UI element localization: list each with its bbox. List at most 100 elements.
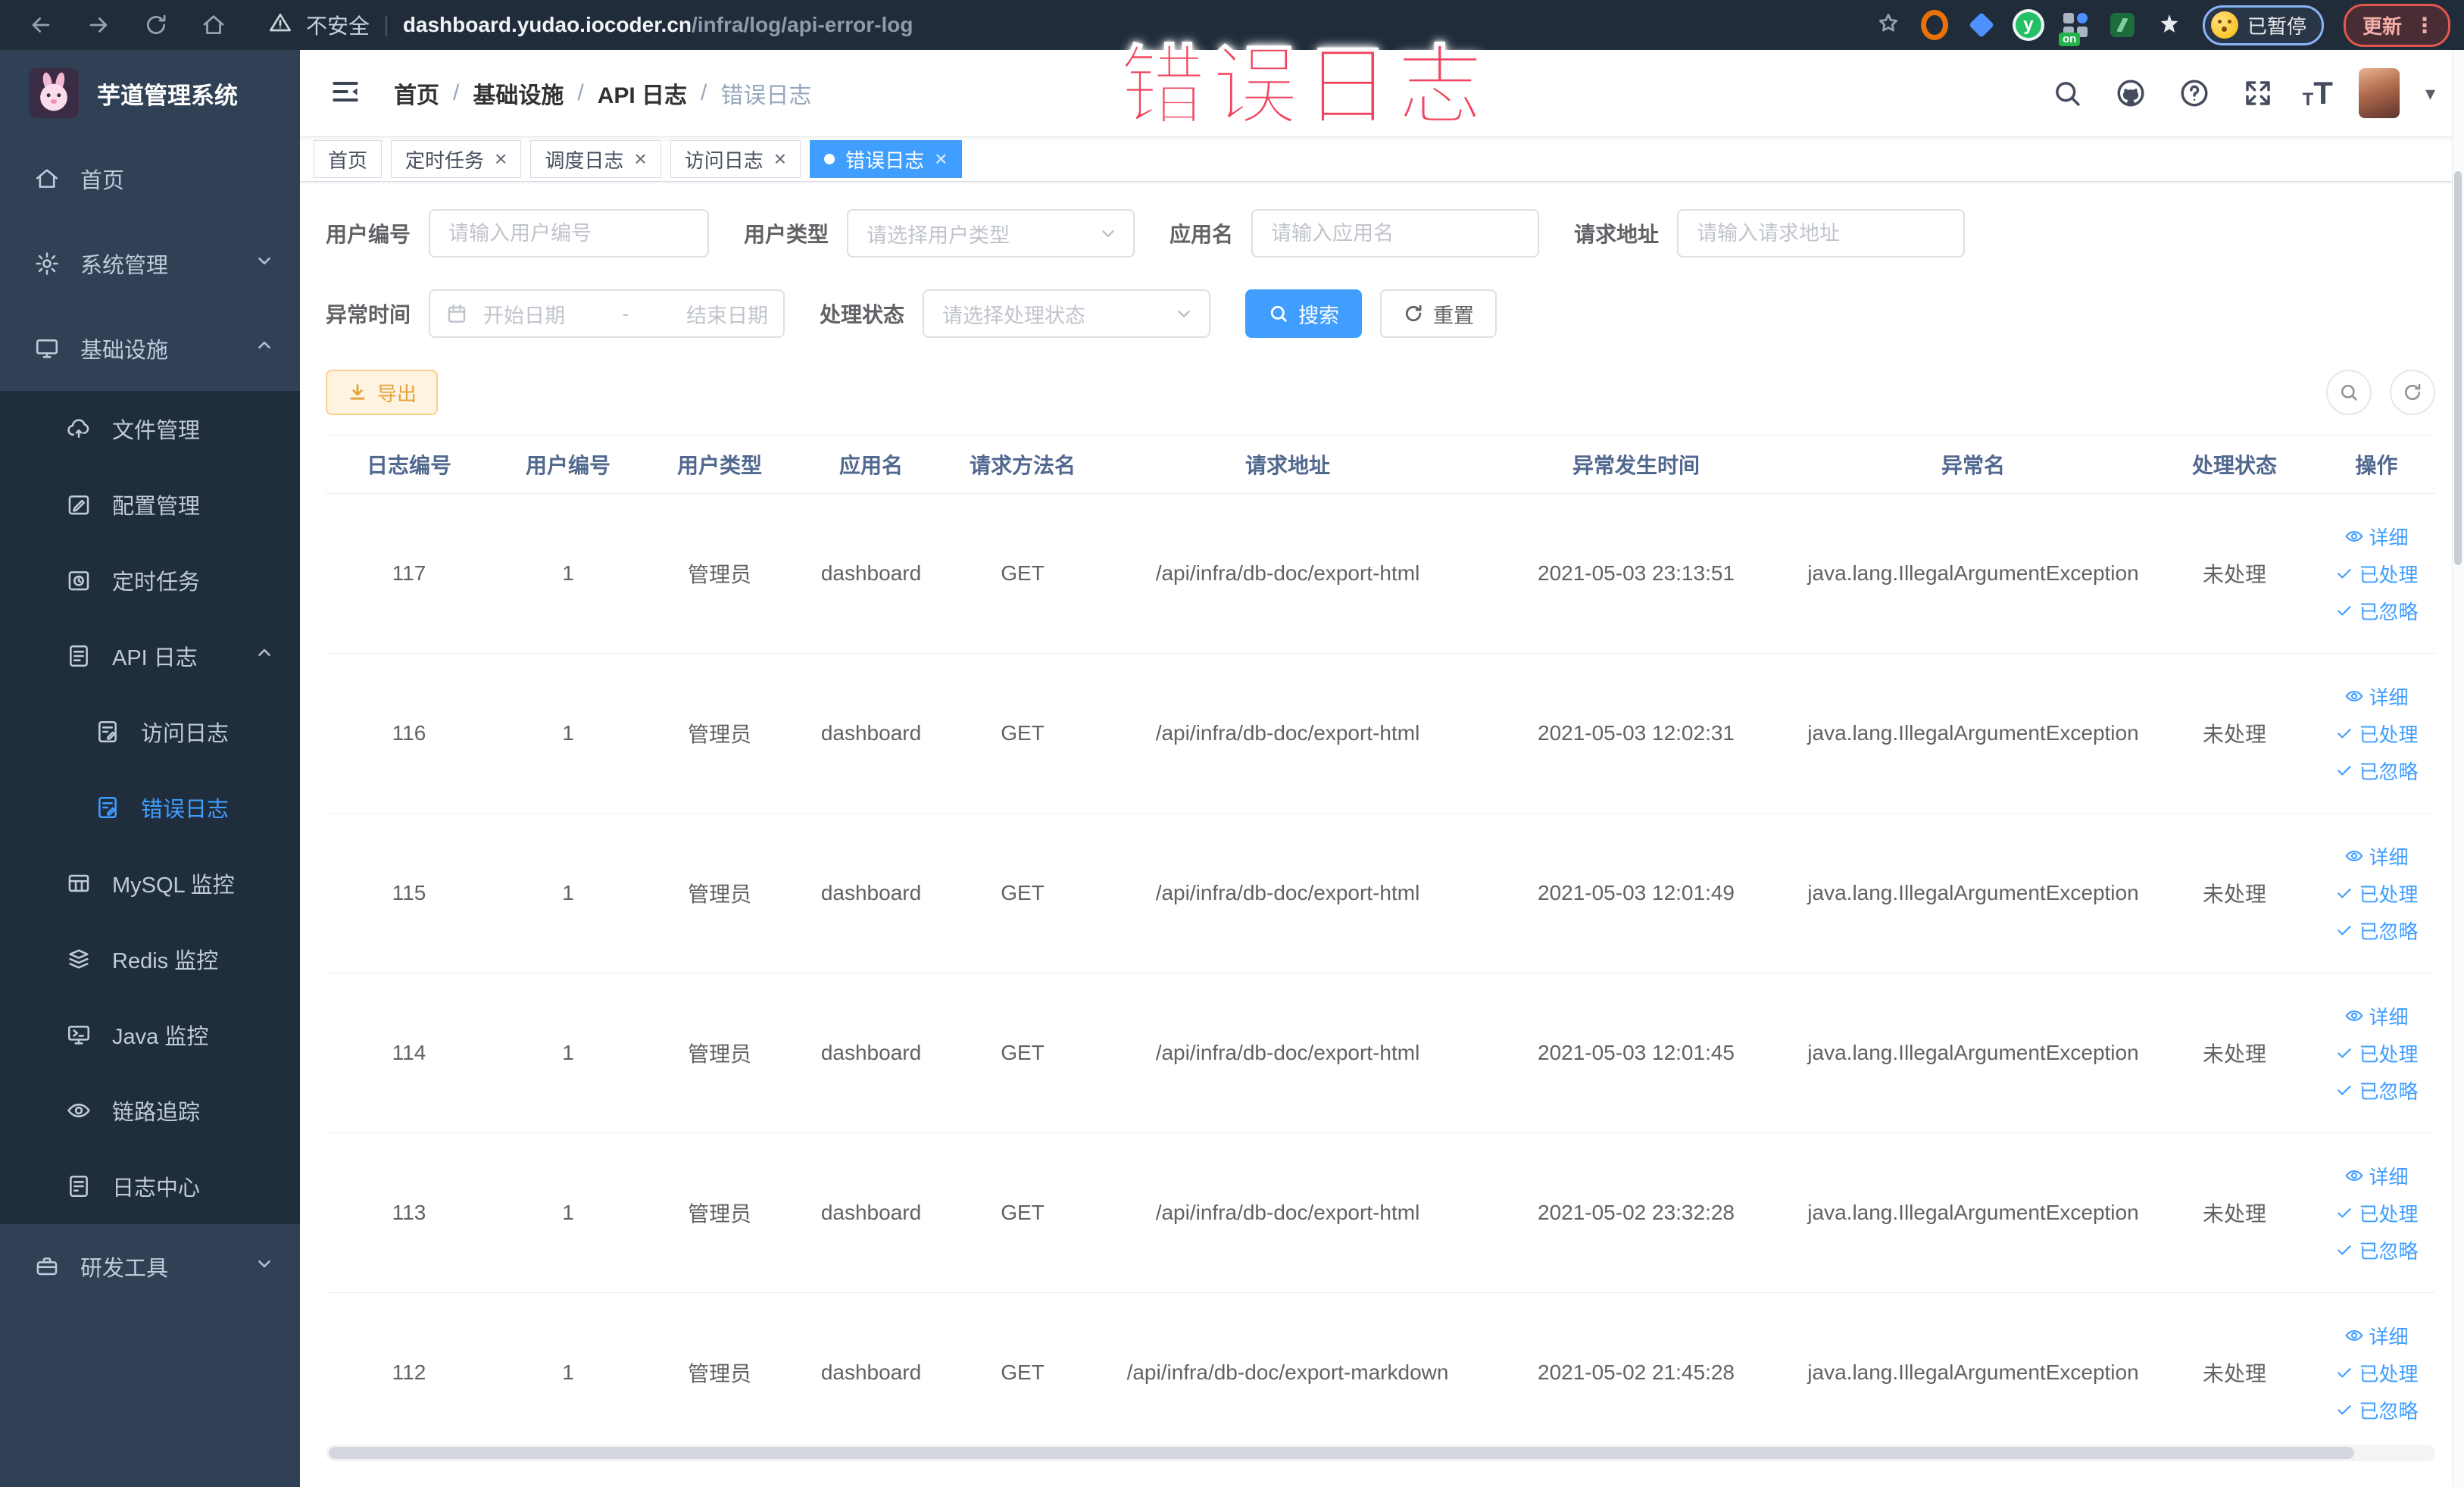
edit-icon (65, 491, 92, 518)
security-warning-icon[interactable] (268, 11, 292, 40)
action-label: 已处理 (2359, 1042, 2419, 1066)
tab-cron-job[interactable]: 定时任务 × (391, 140, 522, 178)
sidebar-fold-icon[interactable] (329, 75, 362, 112)
scrollbar-thumb[interactable] (2454, 171, 2462, 565)
bookmark-star-icon[interactable] (1875, 11, 1901, 40)
vertical-scrollbar[interactable] (2452, 50, 2464, 1487)
action-detail[interactable]: 详细 (2344, 1162, 2409, 1190)
back-icon[interactable] (20, 4, 62, 46)
extension-green-icon[interactable]: y (2015, 11, 2042, 39)
action-ignored[interactable]: 已忽略 (2334, 1236, 2419, 1264)
help-icon[interactable] (2175, 74, 2213, 112)
action-processed[interactable]: 已处理 (2334, 560, 2419, 588)
sidebar-item-system-mgmt[interactable]: 系统管理 (0, 221, 300, 306)
sidebar-item-tracing[interactable]: 链路追踪 (0, 1073, 300, 1148)
reload-icon[interactable] (135, 4, 177, 46)
eye-icon (2344, 1166, 2364, 1186)
toggle-search-button[interactable] (2326, 370, 2372, 415)
action-processed[interactable]: 已处理 (2334, 720, 2419, 748)
sidebar-item-error-log[interactable]: 错误日志 (0, 770, 300, 845)
request-url-input[interactable] (1677, 209, 1966, 258)
sidebar-item-home[interactable]: 首页 (0, 136, 300, 221)
action-ignored[interactable]: 已忽略 (2334, 757, 2419, 785)
breadcrumb-infrastructure[interactable]: 基础设施 (473, 77, 564, 110)
close-icon[interactable]: × (634, 148, 646, 170)
reset-button[interactable]: 重置 (1380, 289, 1497, 338)
address-bar[interactable]: 不安全 | dashboard.yudao.iocoder.cn/infra/l… (268, 10, 913, 40)
sidebar-item-access-log[interactable]: 访问日志 (0, 694, 300, 770)
extension-paw-icon[interactable] (2156, 11, 2183, 39)
export-button[interactable]: 导出 (326, 370, 439, 415)
action-detail[interactable]: 详细 (2344, 1322, 2409, 1350)
close-icon[interactable]: × (935, 148, 947, 170)
column-header: 异常名 (1941, 454, 2005, 477)
action-processed[interactable]: 已处理 (2334, 1039, 2419, 1067)
action-processed[interactable]: 已处理 (2334, 879, 2419, 908)
tab-error-log[interactable]: 错误日志 × (810, 140, 962, 178)
extension-orange-icon[interactable] (1920, 10, 1948, 40)
action-ignored[interactable]: 已忽略 (2334, 1396, 2419, 1424)
search-button[interactable]: 搜索 (1245, 289, 1363, 338)
user-avatar[interactable] (2358, 68, 2400, 118)
horizontal-scrollbar[interactable] (326, 1445, 2435, 1461)
action-ignored[interactable]: 已忽略 (2334, 917, 2419, 945)
action-ignored[interactable]: 已忽略 (2334, 1076, 2419, 1104)
process-status-select[interactable]: 请选择处理状态 (923, 289, 1211, 338)
action-label: 已处理 (2359, 1202, 2419, 1226)
user-id-input[interactable] (429, 209, 710, 258)
tab-home[interactable]: 首页 (314, 140, 383, 178)
column-header: 异常发生时间 (1572, 454, 1700, 477)
user-type-select[interactable]: 请选择用户类型 (847, 209, 1135, 258)
content: 用户编号 用户类型 请选择用户类型 应用名 请求地址 (300, 182, 2464, 1487)
sidebar-item-file-mgmt[interactable]: 文件管理 (0, 391, 300, 467)
sidebar-item-label: 系统管理 (80, 254, 169, 278)
forward-icon[interactable] (77, 4, 120, 46)
sidebar-item-cron-job[interactable]: 定时任务 (0, 542, 300, 618)
sidebar-item-log-center[interactable]: 日志中心 (0, 1148, 300, 1224)
cell-time: 2021-05-02 23:32:28 (1538, 1201, 1735, 1224)
scrollbar-thumb[interactable] (329, 1447, 2354, 1459)
action-processed[interactable]: 已处理 (2334, 1359, 2419, 1387)
action-detail[interactable]: 详细 (2344, 1002, 2409, 1030)
close-icon[interactable]: × (495, 148, 507, 170)
refresh-table-button[interactable] (2390, 370, 2435, 415)
sidebar-item-label: 访问日志 (141, 722, 230, 746)
update-button[interactable]: 更新 ⋮ (2343, 3, 2450, 47)
action-processed[interactable]: 已处理 (2334, 1199, 2419, 1227)
sidebar-item-redis-monitor[interactable]: Redis 监控 (0, 921, 300, 997)
action-detail[interactable]: 详细 (2344, 842, 2409, 870)
browser-menu-icon[interactable]: ⋮ (2414, 13, 2436, 38)
sidebar-item-java-monitor[interactable]: Java 监控 (0, 997, 300, 1073)
tab-access-log[interactable]: 访问日志 × (670, 140, 801, 178)
action-detail[interactable]: 详细 (2344, 523, 2409, 551)
address-separator: | (383, 12, 389, 37)
tab-schedule-log[interactable]: 调度日志 × (530, 140, 661, 178)
cell-status: 未处理 (2202, 1362, 2266, 1385)
font-size-icon[interactable]: TT (2303, 77, 2333, 109)
cell-url: /api/infra/db-doc/export-html (1155, 721, 1420, 745)
logo-row[interactable]: 芋道管理系统 (0, 50, 300, 136)
search-icon[interactable] (2048, 74, 2086, 112)
action-ignored[interactable]: 已忽略 (2334, 597, 2419, 625)
exception-time-label: 异常时间 (326, 303, 411, 326)
close-icon[interactable]: × (774, 148, 786, 170)
sidebar-item-api-log[interactable]: API 日志 (0, 618, 300, 694)
exception-time-range[interactable]: 开始日期 - 结束日期 (429, 289, 785, 338)
sidebar-item-config-mgmt[interactable]: 配置管理 (0, 467, 300, 542)
extension-blue-icon[interactable] (1968, 11, 1995, 39)
app-name-input[interactable] (1251, 209, 1540, 258)
extension-darkgreen-icon[interactable] (2109, 11, 2136, 39)
chevron-down-icon[interactable]: ▾ (2425, 82, 2435, 105)
sidebar-item-infrastructure[interactable]: 基础设施 (0, 306, 300, 391)
github-icon[interactable] (2112, 74, 2150, 112)
paused-badge[interactable]: 已暂停 (2202, 5, 2324, 45)
browser-home-icon[interactable] (192, 4, 235, 46)
sidebar-item-dev-tools[interactable]: 研发工具 (0, 1224, 300, 1309)
extension-grid-icon[interactable]: on (2058, 11, 2089, 46)
action-detail[interactable]: 详细 (2344, 683, 2409, 711)
fullscreen-icon[interactable] (2239, 74, 2277, 112)
sidebar-item-mysql-monitor[interactable]: MySQL 监控 (0, 845, 300, 921)
breadcrumb-api-log[interactable]: API 日志 (598, 77, 687, 110)
cell-user_id: 1 (562, 1201, 574, 1224)
breadcrumb-home[interactable]: 首页 (394, 77, 439, 110)
